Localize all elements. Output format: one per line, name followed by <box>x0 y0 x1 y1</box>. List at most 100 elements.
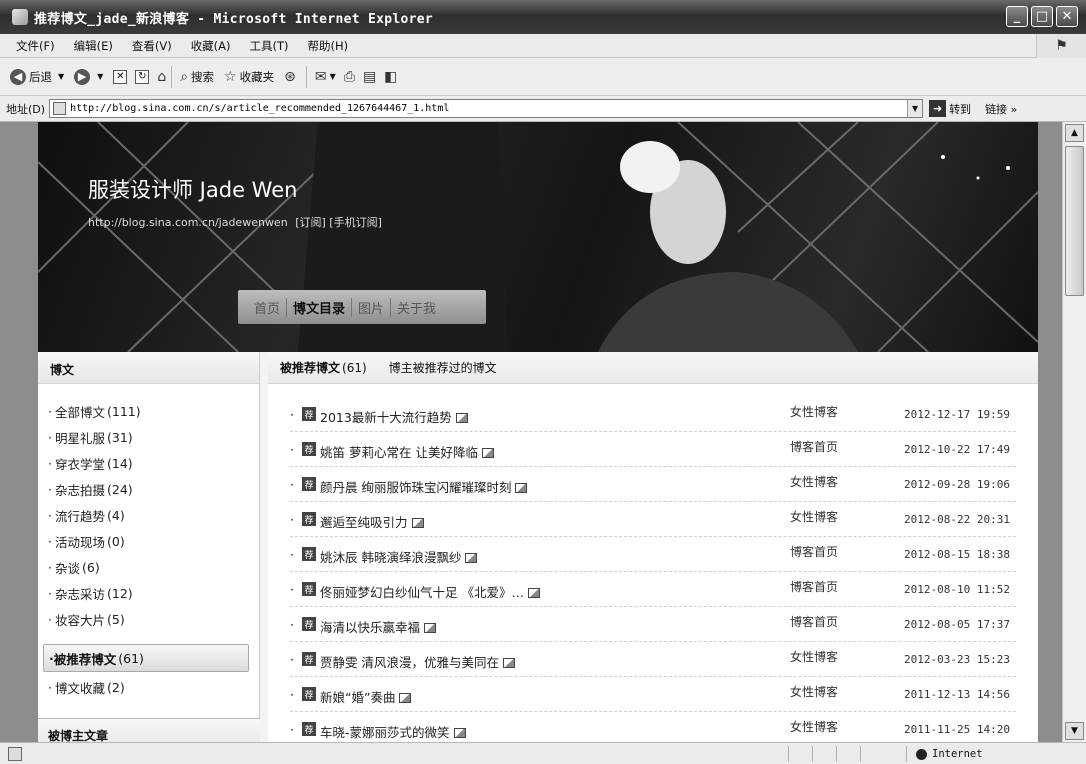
post-source[interactable]: 女性博客 <box>790 473 838 490</box>
post-title[interactable]: 邂逅至纯吸引力 <box>320 515 408 530</box>
post-row: · 荐车晓-蒙娜丽莎式的微笑 女性博客 2011-11-25 14:20 <box>290 712 1016 742</box>
post-title[interactable]: 海清以快乐赢幸福 <box>320 620 420 635</box>
category-item[interactable]: · 穿衣学堂 (14) <box>48 450 259 476</box>
category-item[interactable]: · 杂谈 (6) <box>48 554 259 580</box>
status-pane <box>812 746 813 762</box>
menu-edit[interactable]: 编辑(E) <box>74 38 113 54</box>
mail-icon[interactable]: ✉ <box>315 69 327 85</box>
address-input[interactable] <box>70 103 908 114</box>
post-title[interactable]: 贾静雯 清风浪漫，优雅与美同在 <box>320 655 499 670</box>
category-item[interactable]: · 活动现场 (0) <box>48 528 259 554</box>
forward-dropdown-icon[interactable]: ▼ <box>97 72 103 81</box>
post-row: · 荐新娘“婚”奏曲 女性博客 2011-12-13 14:56 <box>290 677 1016 712</box>
stop-icon[interactable]: ✕ <box>113 69 128 84</box>
print-icon[interactable]: ⎙ <box>344 69 355 85</box>
links-label: 链接 <box>985 102 1008 116</box>
back-dropdown-icon[interactable]: ▼ <box>58 72 64 81</box>
post-source[interactable]: 女性博客 <box>790 683 838 700</box>
category-item[interactable]: · 杂志拍摄 (24) <box>48 476 259 502</box>
scroll-up-icon[interactable]: ▲ <box>1065 124 1084 142</box>
menu-view[interactable]: 查看(V) <box>132 38 172 54</box>
post-title[interactable]: 姚笛 萝莉心常在 让美好降临 <box>320 445 478 460</box>
forward-button[interactable]: ▶ ▼ <box>74 68 103 85</box>
post-date: 2012-08-10 11:52 <box>904 583 1010 596</box>
post-source[interactable]: 博客首页 <box>790 578 838 595</box>
post-source[interactable]: 博客首页 <box>790 543 838 560</box>
back-label: 后退 <box>29 69 52 84</box>
blog-url[interactable]: http://blog.sina.com.cn/jadewenwen <box>88 216 288 229</box>
vertical-scrollbar[interactable]: ▲ ▼ <box>1062 122 1086 742</box>
post-title-link[interactable]: 颜丹晨 绚丽服饰珠宝闪耀璀璨时刻 <box>320 477 528 496</box>
minimize-button[interactable]: _ <box>1006 6 1028 27</box>
go-button[interactable]: ➜ 转到 <box>929 100 971 117</box>
post-title-link[interactable]: 车晓-蒙娜丽莎式的微笑 <box>320 722 466 741</box>
nav-photos[interactable]: 图片 <box>352 297 392 317</box>
post-title-link[interactable]: 海清以快乐赢幸福 <box>320 617 437 636</box>
post-title-link[interactable]: 邂逅至纯吸引力 <box>320 512 424 531</box>
close-button[interactable]: ✕ <box>1056 6 1078 27</box>
post-source[interactable]: 女性博客 <box>790 718 838 735</box>
page-viewport: 服装设计师 Jade Wen http://blog.sina.com.cn/j… <box>0 122 1062 742</box>
subscribe-link[interactable]: [订阅] <box>295 216 326 229</box>
scroll-thumb[interactable] <box>1065 146 1084 296</box>
post-source[interactable]: 女性博客 <box>790 403 838 420</box>
address-field[interactable]: ▼ <box>49 99 924 118</box>
post-row: · 荐贾静雯 清风浪漫，优雅与美同在 女性博客 2012-03-23 15:23 <box>290 642 1016 677</box>
back-button[interactable]: ◀ 后退 ▼ <box>10 68 64 85</box>
maximize-button[interactable]: □ <box>1031 6 1053 27</box>
address-dropdown-icon[interactable]: ▼ <box>907 100 923 117</box>
category-item[interactable]: · 流行趋势 (4) <box>48 502 259 528</box>
category-item[interactable]: · 博文收藏 (2) <box>48 674 259 700</box>
post-source[interactable]: 女性博客 <box>790 508 838 525</box>
toolbar-separator <box>305 65 307 88</box>
post-title[interactable]: 车晓-蒙娜丽莎式的微笑 <box>320 725 450 740</box>
post-title-link[interactable]: 姚笛 萝莉心常在 让美好降临 <box>320 442 494 461</box>
post-list: · 荐 2013最新十大流行趋势 女性博客 2012-12-17 19:59 · 荐姚笛 … <box>268 384 1038 742</box>
menu-file[interactable]: 文件(F) <box>16 38 55 54</box>
mail-dropdown-icon[interactable]: ▼ <box>330 72 336 81</box>
category-label: 全部博文 <box>54 404 105 420</box>
post-row: · 荐颜丹晨 绚丽服饰珠宝闪耀璀璨时刻 女性博客 2012-09-28 19:06 <box>290 467 1016 502</box>
post-source[interactable]: 博客首页 <box>790 438 838 455</box>
post-source[interactable]: 博客首页 <box>790 613 838 630</box>
refresh-icon[interactable]: ↻ <box>135 69 150 84</box>
history-icon[interactable]: ⊛ <box>284 69 296 85</box>
post-title-link[interactable]: 姚沐辰 韩晓演绎浪漫飘纱 <box>320 547 478 566</box>
links-button[interactable]: 链接 » <box>985 101 1017 117</box>
image-icon <box>502 658 515 668</box>
category-item[interactable]: · 全部博文 (111) <box>48 398 259 424</box>
favorites-button[interactable]: ☆ 收藏夹 <box>224 69 274 85</box>
post-title-link[interactable]: 新娘“婚”奏曲 <box>320 687 412 706</box>
nav-about[interactable]: 关于我 <box>391 298 442 317</box>
post-title[interactable]: 颜丹晨 绚丽服饰珠宝闪耀璀璨时刻 <box>320 480 511 495</box>
category-count: (14) <box>107 455 133 471</box>
post-title-link[interactable]: 佟丽娅梦幻白纱仙气十足 《北爱》… <box>320 582 540 601</box>
post-title[interactable]: 佟丽娅梦幻白纱仙气十足 《北爱》… <box>320 585 524 600</box>
nav-home[interactable]: 首页 <box>248 297 288 317</box>
post-title[interactable]: 2013最新十大流行趋势 <box>320 410 452 425</box>
category-label: 被推荐博文 <box>53 651 117 667</box>
post-title-link[interactable]: 贾静雯 清风浪漫，优雅与美同在 <box>320 652 515 671</box>
menu-favorites[interactable]: 收藏(A) <box>191 38 231 54</box>
category-item[interactable]: · 妆容大片 (5) <box>48 606 259 632</box>
category-item[interactable]: · 明星礼服 (31) <box>48 424 259 450</box>
menu-tools[interactable]: 工具(T) <box>250 38 289 54</box>
search-button[interactable]: ⌕ 搜索 <box>180 69 214 85</box>
menu-bar: 文件(F) 编辑(E) 查看(V) 收藏(A) 工具(T) 帮助(H) ⚑ <box>0 34 1086 58</box>
post-source[interactable]: 女性博客 <box>790 648 838 665</box>
post-row: · 荐海清以快乐赢幸福 博客首页 2012-08-05 17:37 <box>290 607 1016 642</box>
post-title[interactable]: 新娘“婚”奏曲 <box>320 690 395 705</box>
nav-article-list[interactable]: 博文目录 <box>287 297 353 317</box>
category-label: 杂志采访 <box>54 586 105 602</box>
category-item[interactable]: · 杂志采访 (12) <box>48 580 259 606</box>
post-title-link[interactable]: 2013最新十大流行趋势 <box>320 407 468 426</box>
edit-icon[interactable]: ▤ <box>363 69 376 85</box>
category-item-selected[interactable]: · 被推荐博文 (61) <box>43 644 249 672</box>
mobile-subscribe-link[interactable]: [手机订阅] <box>329 216 382 229</box>
post-title[interactable]: 姚沐辰 韩晓演绎浪漫飘纱 <box>320 550 461 565</box>
category-sidebar: 博文 · 全部博文 (111) · 明星礼服 (31) · 穿衣学堂 (14) · 杂志拍摄(… <box>38 352 260 742</box>
scroll-down-icon[interactable]: ▼ <box>1065 722 1084 740</box>
home-icon[interactable]: ⌂ <box>157 69 166 85</box>
menu-help[interactable]: 帮助(H) <box>308 38 349 54</box>
messenger-icon[interactable]: ◧ <box>384 69 397 85</box>
